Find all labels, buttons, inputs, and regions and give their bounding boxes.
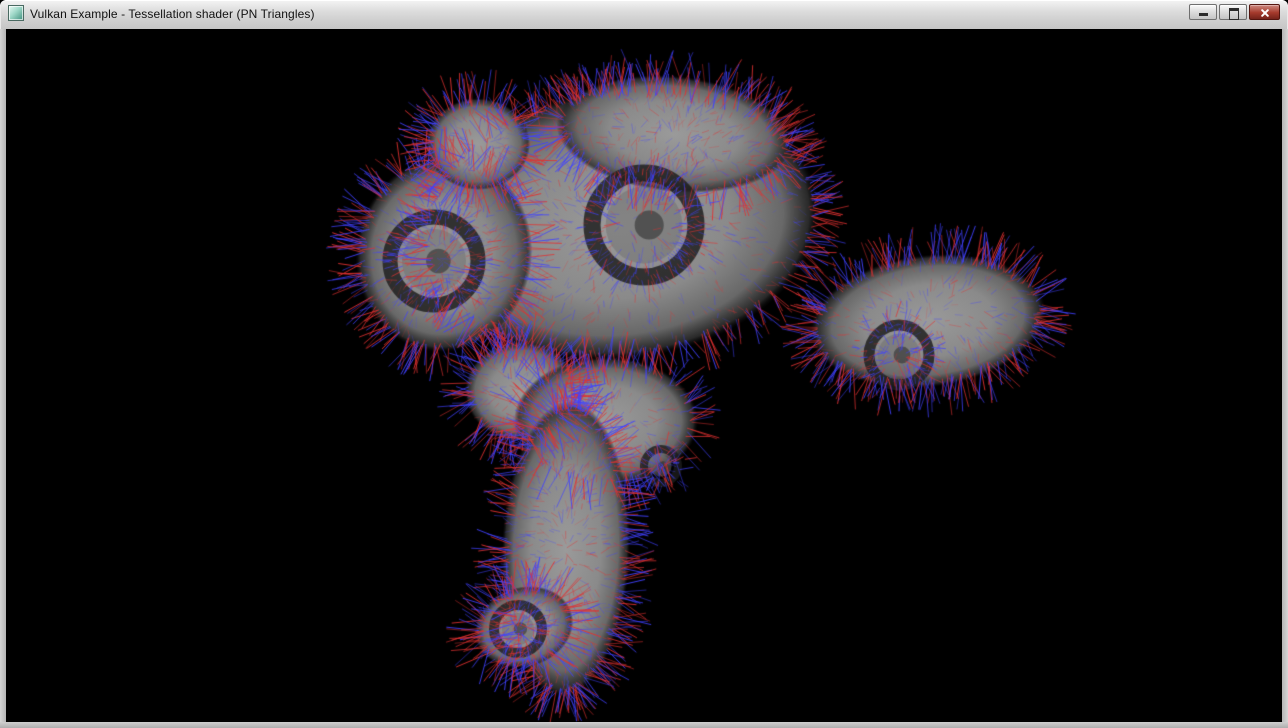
title-bar[interactable]: Vulkan Example - Tessellation shader (PN… [0,0,1288,30]
render-viewport[interactable] [6,29,1282,722]
window-frame-bottom [0,722,1288,728]
window-controls [1189,4,1280,20]
app-window: Vulkan Example - Tessellation shader (PN… [0,0,1288,728]
close-button[interactable] [1249,4,1280,20]
window-frame-right [1282,29,1288,722]
minimize-icon [1199,13,1208,16]
window-title: Vulkan Example - Tessellation shader (PN… [30,7,315,21]
minimize-button[interactable] [1189,4,1217,20]
close-icon [1260,8,1270,18]
app-icon [8,5,24,21]
maximize-icon [1229,8,1239,20]
maximize-button[interactable] [1219,4,1247,20]
